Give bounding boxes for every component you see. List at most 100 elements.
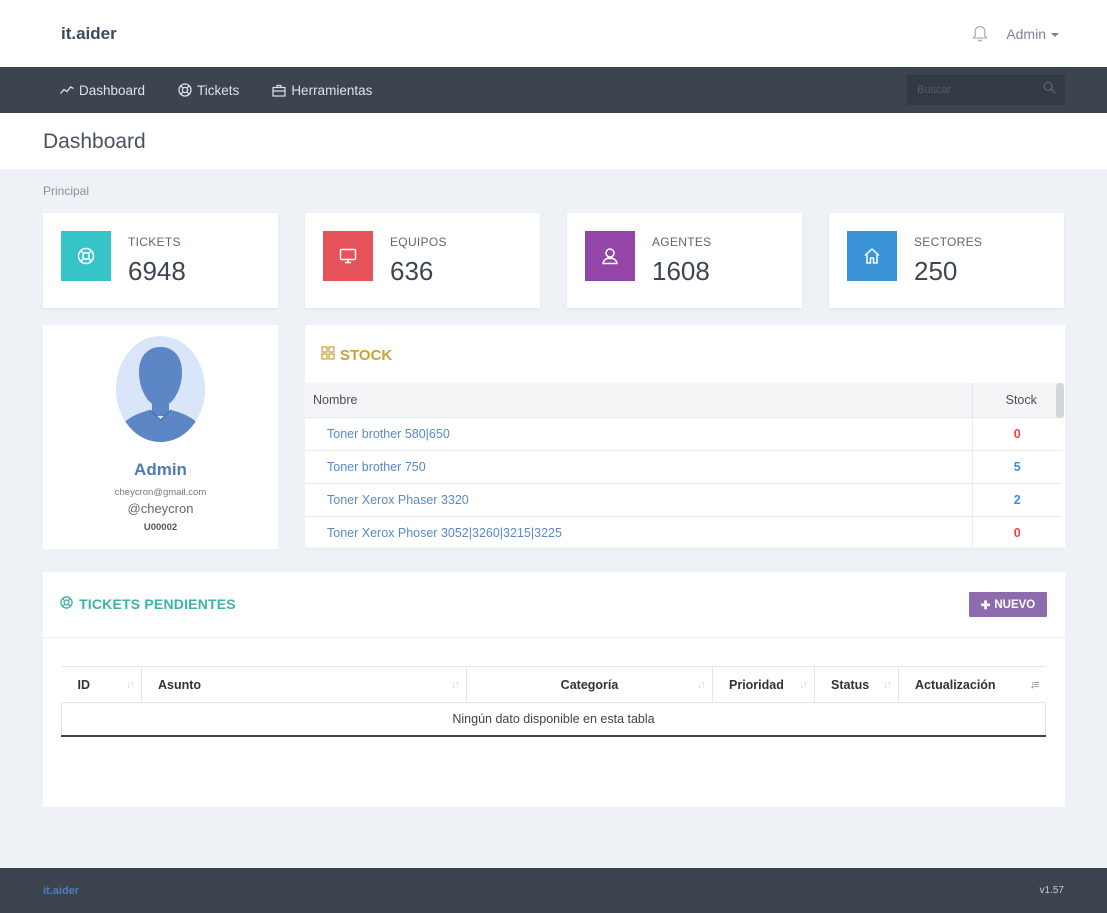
- column-header-categoria[interactable]: Categoría ↓↑: [466, 666, 713, 703]
- pending-title: TICKETS PENDIENTES: [60, 596, 236, 612]
- column-header-id[interactable]: ID ↓↑: [61, 666, 142, 703]
- monitor-icon: [323, 231, 373, 281]
- caret-down-icon: [1051, 32, 1059, 37]
- stock-title: STOCK: [321, 346, 392, 364]
- stat-value: 636: [390, 256, 434, 286]
- lifebuoy-icon: [60, 596, 73, 612]
- stock-item-qty: 0: [971, 417, 1062, 451]
- tickets-table: ID ↓↑ Asunto ↓↑ Categoría ↓↑ Prioridad ↓↑ St…: [61, 666, 1046, 737]
- column-header-label: Actualización: [915, 677, 996, 692]
- nav-item-dashboard[interactable]: Dashboard: [60, 83, 145, 98]
- main-navbar: Dashboard Tickets Herramientas: [0, 67, 1107, 113]
- nav-item-tickets[interactable]: Tickets: [178, 83, 239, 98]
- app-brand[interactable]: it.aider: [61, 24, 117, 44]
- column-header-label: Status: [831, 677, 870, 692]
- home-icon: [847, 231, 897, 281]
- section-label: Principal: [43, 184, 90, 198]
- stock-item-name[interactable]: Toner Xerox Phoser 3052|3260|3215|3225: [305, 516, 972, 550]
- stat-value: 1608: [652, 256, 710, 286]
- user-menu[interactable]: Admin: [1006, 26, 1059, 42]
- agent-icon: [585, 231, 635, 281]
- sort-desc-icon: ↓≡: [1029, 679, 1040, 691]
- avatar: [116, 336, 205, 442]
- sort-icon: ↓↑: [697, 679, 706, 691]
- page-header: Dashboard: [0, 113, 1107, 169]
- sort-icon: ↓↑: [126, 679, 135, 691]
- lifebuoy-icon: [61, 231, 111, 281]
- stock-table: Nombre Stock Toner brother 580|650 0 Ton…: [305, 383, 1062, 550]
- stat-label: EQUIPOS: [390, 235, 447, 249]
- trend-line-icon: [60, 85, 74, 95]
- stock-item-qty: 0: [971, 516, 1062, 550]
- stock-card: STOCK Nombre Stock Toner brother 580|650…: [305, 325, 1065, 550]
- divider: [43, 637, 1065, 638]
- stock-title-label: STOCK: [340, 346, 393, 364]
- lifebuoy-icon: [178, 83, 192, 97]
- stat-label: SECTORES: [914, 235, 983, 249]
- stat-card-equipos[interactable]: EQUIPOS 636: [305, 213, 540, 308]
- sort-icon: ↓↑: [799, 679, 808, 691]
- stat-value: 250: [914, 256, 958, 286]
- table-row[interactable]: Toner brother 750 5: [305, 450, 1062, 484]
- plus-icon: ✚: [980, 599, 991, 612]
- stat-card-agentes[interactable]: AGENTES 1608: [567, 213, 802, 308]
- profile-handle: @cheycron: [127, 501, 194, 516]
- column-header-label: ID: [77, 677, 91, 692]
- search-icon[interactable]: [1043, 81, 1056, 99]
- pending-title-label: TICKETS PENDIENTES: [79, 596, 236, 612]
- footer-brand[interactable]: it.aider: [43, 885, 79, 897]
- bell-icon[interactable]: [972, 25, 988, 43]
- stock-item-qty: 2: [971, 483, 1062, 517]
- table-row: Ningún dato disponible en esta tabla: [61, 702, 1046, 737]
- table-row[interactable]: Toner brother 580|650 0: [305, 417, 1062, 451]
- pending-tickets-card: TICKETS PENDIENTES ✚ NUEVO ID ↓↑ Asunto ↓↑…: [43, 572, 1065, 807]
- grid-icon: [321, 346, 335, 364]
- sort-icon: ↓↑: [451, 679, 460, 691]
- table-row[interactable]: Toner Xerox Phaser 3320 2: [305, 483, 1062, 517]
- table-row[interactable]: Toner Xerox Phoser 3052|3260|3215|3225 0: [305, 516, 1062, 550]
- column-header-nombre[interactable]: Nombre: [305, 383, 972, 418]
- column-header-label: Categoría: [560, 677, 619, 692]
- nav-item-herramientas[interactable]: Herramientas: [272, 83, 372, 98]
- column-header-stock[interactable]: Stock: [971, 383, 1062, 418]
- column-header-actualizacion[interactable]: Actualización ↓≡: [898, 666, 1046, 703]
- stat-card-tickets[interactable]: TICKETS 6948: [43, 213, 278, 308]
- column-header-label: Asunto: [158, 677, 202, 692]
- table-header-row: Nombre Stock: [305, 383, 1062, 418]
- stock-scrollbar[interactable]: [1056, 383, 1064, 418]
- stat-label: AGENTES: [652, 235, 712, 249]
- stat-card-sectores[interactable]: SECTORES 250: [829, 213, 1064, 308]
- stock-item-qty: 5: [971, 450, 1062, 484]
- search-box: [907, 75, 1065, 105]
- column-header-status[interactable]: Status ↓↑: [814, 666, 899, 703]
- user-menu-label: Admin: [1006, 25, 1046, 42]
- new-ticket-label: NUEVO: [994, 598, 1036, 611]
- empty-table-message: Ningún dato disponible en esta tabla: [61, 702, 1046, 737]
- briefcase-icon: [272, 84, 286, 97]
- column-header-label: Prioridad: [729, 677, 784, 692]
- stock-item-name[interactable]: Toner Xerox Phaser 3320: [305, 483, 972, 517]
- sort-icon: ↓↑: [883, 679, 892, 691]
- footer: it.aider v1.57: [0, 868, 1107, 913]
- page-title: Dashboard: [43, 130, 146, 153]
- profile-email: cheycron@gmail.com: [114, 487, 207, 498]
- top-bar: it.aider Admin: [0, 0, 1107, 67]
- stock-item-name[interactable]: Toner brother 750: [305, 450, 972, 484]
- nav-item-label: Dashboard: [79, 82, 146, 98]
- column-header-asunto[interactable]: Asunto ↓↑: [141, 666, 467, 703]
- table-header-row: ID ↓↑ Asunto ↓↑ Categoría ↓↑ Prioridad ↓↑ St…: [61, 666, 1046, 703]
- user-area: Admin: [972, 25, 1059, 43]
- stock-item-name[interactable]: Toner brother 580|650: [305, 417, 972, 451]
- footer-version: v1.57: [1039, 885, 1064, 896]
- stat-value: 6948: [128, 256, 186, 286]
- profile-name[interactable]: Admin: [43, 460, 278, 480]
- profile-code: U00002: [143, 522, 178, 533]
- nav-item-label: Tickets: [197, 82, 240, 98]
- column-header-prioridad[interactable]: Prioridad ↓↑: [712, 666, 815, 703]
- new-ticket-button[interactable]: ✚ NUEVO: [969, 592, 1047, 617]
- nav-menu: Dashboard Tickets Herramientas: [60, 83, 372, 98]
- search-input[interactable]: [917, 84, 1027, 96]
- nav-item-label: Herramientas: [291, 82, 373, 98]
- profile-card: Admin cheycron@gmail.com @cheycron U0000…: [43, 325, 278, 549]
- stat-label: TICKETS: [128, 235, 181, 249]
